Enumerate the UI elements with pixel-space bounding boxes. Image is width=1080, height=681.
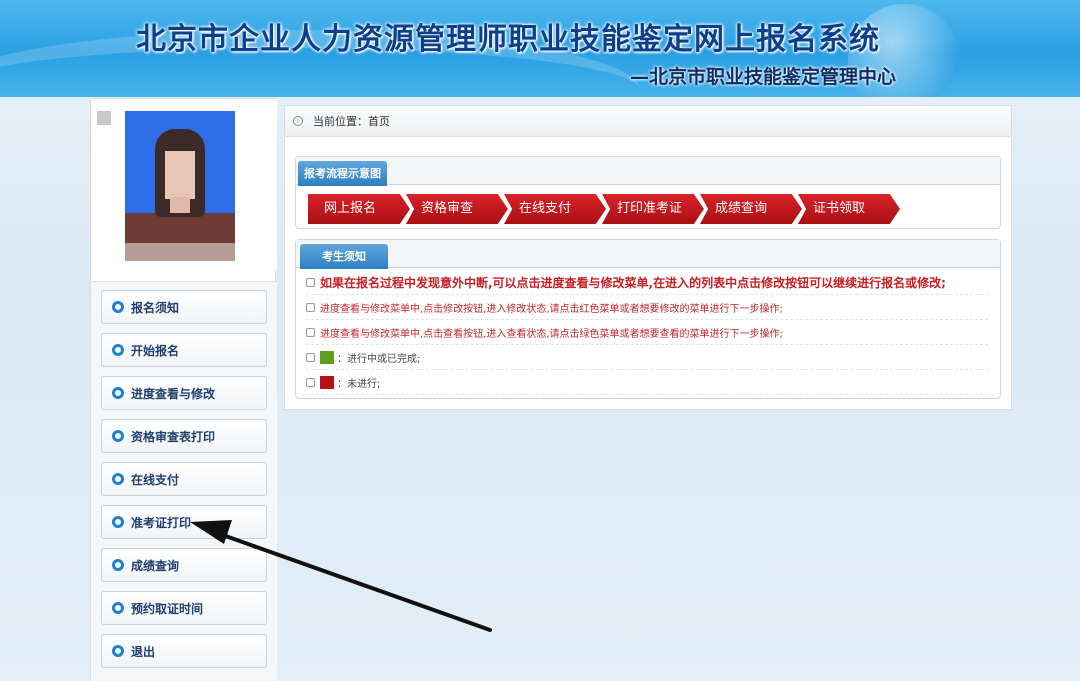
- menu-item-label: 开始报名: [131, 343, 180, 358]
- flow-box-header: 报考流程示意图: [296, 157, 1000, 186]
- note-icon: [306, 327, 315, 337]
- menu-item-start-registration[interactable]: 开始报名: [101, 333, 267, 367]
- annotation-arrow: [190, 520, 492, 632]
- notice-box: 考生须知 如果在报名过程中发现意外中断,可以点击进度查看与修改菜单,在进入的列表…: [295, 239, 1001, 399]
- notice-list: 如果在报名过程中发现意外中断,可以点击进度查看与修改菜单,在进入的列表中点击修改…: [306, 270, 988, 395]
- notice-text: ：未进行;: [337, 378, 381, 390]
- menu-item-label: 退出: [131, 644, 156, 659]
- flow-box-title: 报考流程示意图: [298, 161, 387, 186]
- notice-item: 如果在报名过程中发现意外中断,可以点击进度查看与修改菜单,在进入的列表中点击修改…: [306, 270, 988, 295]
- menu-item-label: 成绩查询: [131, 558, 180, 573]
- menu-item-progress-edit[interactable]: 进度查看与修改: [101, 376, 267, 410]
- flow-step-payment: 在线支付: [504, 194, 606, 224]
- notice-text: ：进行中或已完成;: [337, 353, 421, 365]
- flow-step-register: 网上报名: [308, 194, 410, 224]
- menu-item-label: 在线支付: [131, 472, 180, 487]
- notice-item: ：进行中或已完成;: [306, 345, 988, 370]
- notice-text: 进度查看与修改菜单中,点击修改按钮,进入修改状态,请点击红色菜单或者想要修改的菜…: [320, 303, 783, 315]
- bullet-icon: [112, 602, 124, 614]
- bullet-icon: [112, 559, 124, 571]
- info-icon: i: [293, 116, 303, 126]
- menu-item-online-payment[interactable]: 在线支付: [101, 462, 267, 496]
- menu-item-registration-notice[interactable]: 报名须知: [101, 290, 267, 324]
- site-subtitle: —北京市职业技能鉴定管理中心: [630, 66, 897, 88]
- menu-item-label: 资格审查表打印: [131, 429, 216, 444]
- notice-text: 如果在报名过程中发现意外中断,可以点击进度查看与修改菜单,在进入的列表中点击修改…: [320, 275, 946, 290]
- flow-step-score: 成绩查询: [700, 194, 802, 224]
- green-status-swatch: [320, 350, 334, 364]
- user-photo: [125, 111, 235, 261]
- menu-item-qualification-print[interactable]: 资格审查表打印: [101, 419, 267, 453]
- site-header: 北京市企业人力资源管理师职业技能鉴定网上报名系统 —北京市职业技能鉴定管理中心: [0, 0, 1080, 97]
- photo-thumbnail-placeholder: [97, 111, 111, 125]
- bullet-icon: [112, 645, 124, 657]
- notice-item: 进度查看与修改菜单中,点击查看按钮,进入查看状态,请点击绿色菜单或者想要查看的菜…: [306, 320, 988, 345]
- breadcrumb-label: 当前位置：首页: [313, 115, 390, 128]
- notice-box-title: 考生须知: [300, 244, 388, 269]
- notice-item: 进度查看与修改菜单中,点击修改按钮,进入修改状态,请点击红色菜单或者想要修改的菜…: [306, 295, 988, 320]
- main-panel: i 当前位置：首页 报考流程示意图 网上报名 资格审查 在线支付 打印准考证 成…: [284, 105, 1012, 410]
- note-icon: [306, 377, 315, 387]
- flow-step-certificate: 证书领取: [798, 194, 900, 224]
- flow-steps: 网上报名 资格审查 在线支付 打印准考证 成绩查询 证书领取: [308, 194, 908, 224]
- flow-diagram-box: 报考流程示意图 网上报名 资格审查 在线支付 打印准考证 成绩查询 证书领取: [295, 156, 1001, 229]
- bullet-icon: [112, 344, 124, 356]
- breadcrumb: i 当前位置：首页: [285, 106, 1011, 137]
- menu-item-label: 进度查看与修改: [131, 386, 216, 401]
- flow-step-qualification: 资格审查: [406, 194, 508, 224]
- note-icon: [306, 277, 315, 287]
- notice-item: ：未进行;: [306, 370, 988, 395]
- bullet-icon: [112, 473, 124, 485]
- bullet-icon: [112, 516, 124, 528]
- red-status-swatch: [320, 375, 334, 389]
- menu-item-label: 报名须知: [131, 300, 180, 315]
- notice-text: 进度查看与修改菜单中,点击查看按钮,进入查看状态,请点击绿色菜单或者想要查看的菜…: [320, 328, 783, 340]
- photo-panel: [91, 99, 277, 271]
- note-icon: [306, 352, 315, 362]
- bullet-icon: [112, 387, 124, 399]
- site-title: 北京市企业人力资源管理师职业技能鉴定网上报名系统: [136, 22, 880, 57]
- flow-step-print-ticket: 打印准考证: [602, 194, 704, 224]
- notice-box-header: 考生须知: [296, 240, 1000, 269]
- bullet-icon: [112, 301, 124, 313]
- note-icon: [306, 302, 315, 312]
- bullet-icon: [112, 430, 124, 442]
